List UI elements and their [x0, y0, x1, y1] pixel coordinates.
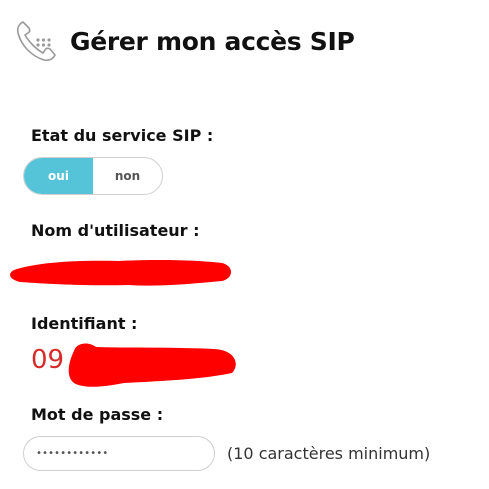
password-label: Mot de passe :: [31, 405, 164, 424]
toggle-option-non[interactable]: non: [93, 158, 162, 194]
password-input[interactable]: [23, 436, 215, 471]
toggle-option-oui[interactable]: oui: [24, 158, 93, 194]
username-redaction: [10, 259, 232, 286]
page-title: Gérer mon accès SIP: [70, 26, 355, 56]
sip-state-toggle[interactable]: oui non: [23, 157, 163, 195]
sip-state-label: Etat du service SIP :: [31, 126, 214, 145]
username-label: Nom d'utilisateur :: [31, 221, 200, 240]
page-header: Gérer mon accès SIP: [14, 16, 355, 66]
phone-keypad-icon: [14, 18, 60, 64]
identifier-label: Identifiant :: [31, 314, 138, 333]
identifier-value: 09: [31, 345, 65, 375]
identifier-redaction: [68, 343, 236, 387]
password-hint: (10 caractères minimum): [227, 444, 431, 463]
